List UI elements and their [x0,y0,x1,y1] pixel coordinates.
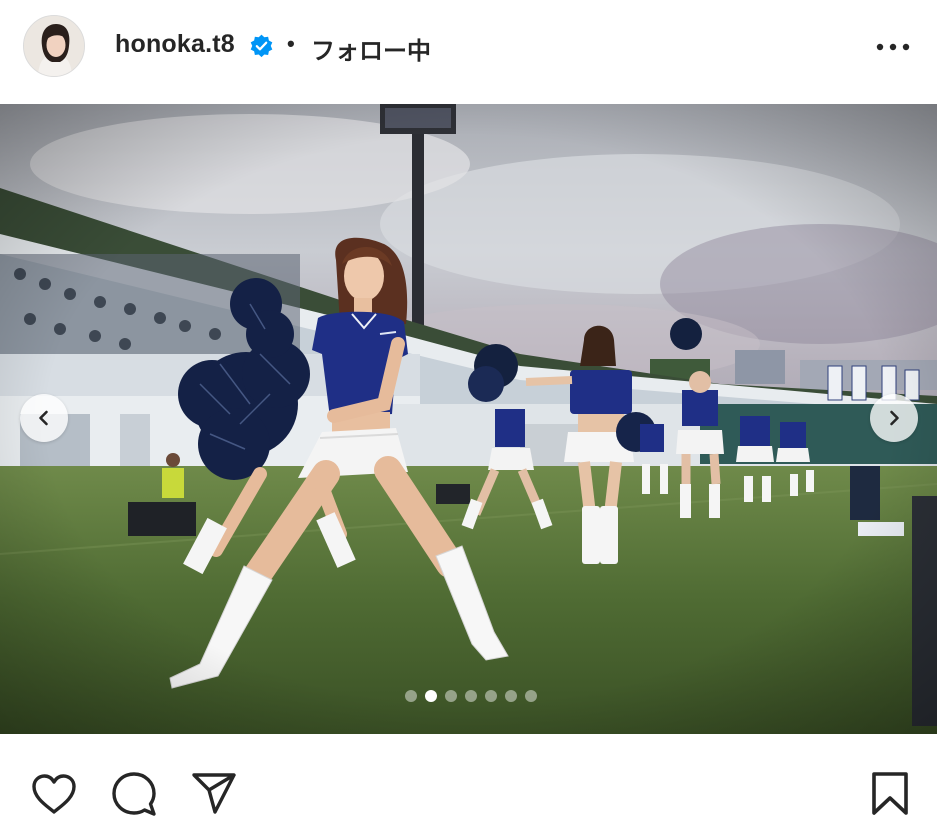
carousel-dot [504,690,517,702]
username[interactable]: honoka.t8 [115,30,235,59]
more-options-icon[interactable] [873,33,913,61]
paper-plane-icon [192,773,236,814]
following-button[interactable]: フォロー中 [311,31,431,66]
post-header: honoka.t8 • フォロー中 [0,0,937,96]
share-button[interactable] [190,770,238,818]
save-button[interactable] [866,770,914,818]
heart-icon [32,774,76,814]
cheerleaders-photo [0,104,937,734]
carousel-dot [464,690,477,702]
like-button[interactable] [30,770,78,818]
carousel-dot [524,690,537,702]
separator-dot: • [287,31,295,56]
carousel-next-button[interactable] [870,394,918,442]
bookmark-icon [872,772,908,815]
carousel-dot [444,690,457,702]
comment-button[interactable] [110,770,158,818]
post-photo[interactable] [0,104,937,734]
post-actions-bar [0,734,937,833]
carousel-dot [404,690,417,702]
carousel-indicator [0,690,937,704]
avatar[interactable] [23,15,85,77]
verified-badge-icon [249,34,274,59]
carousel-dot [424,690,437,702]
chevron-right-icon [890,410,899,426]
carousel-dot [484,690,497,702]
chevron-left-icon [39,410,48,426]
carousel-prev-button[interactable] [20,394,68,442]
comment-bubble-icon [112,772,156,816]
